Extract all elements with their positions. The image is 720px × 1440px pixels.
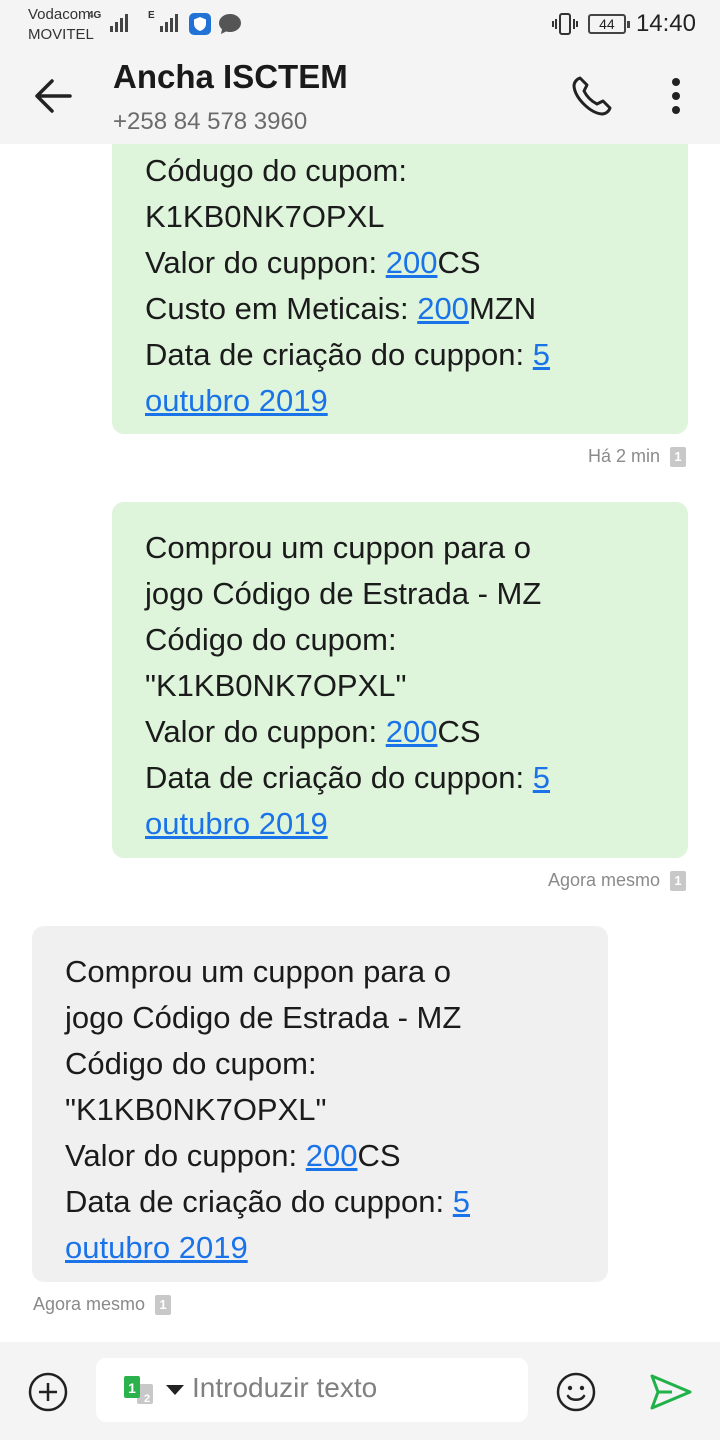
message-link[interactable]: 200 [386, 245, 438, 280]
message-time: Há 2 min [587, 446, 660, 466]
message-line: K1KB0NK7OPXL [145, 194, 656, 240]
message-line: jogo Código de Estrada - MZ [65, 995, 576, 1041]
message-link[interactable]: 5 [453, 1184, 470, 1219]
message-line: Valor do cuppon: 200CS [145, 709, 656, 755]
message-text: jogo Código de Estrada - MZ [145, 576, 542, 611]
chevron-down-icon[interactable] [166, 1385, 184, 1395]
message-text: Data de criação do cuppon: [145, 760, 533, 795]
sim-icon: 1 [670, 446, 686, 467]
message-text: Código do cupom: [145, 622, 397, 657]
message-link[interactable]: 200 [386, 714, 438, 749]
message-line: Comprou um cuppon para o [145, 525, 656, 571]
battery-indicator: 44 [587, 14, 630, 34]
message-line: Código do cupom: [145, 617, 656, 663]
message-meta: Agora mesmo 1 [548, 870, 686, 891]
vibrate-icon [551, 13, 578, 35]
message-text: CS [437, 245, 481, 280]
message-line: "K1KB0NK7OPXL" [145, 663, 656, 709]
message-line: outubro 2019 [145, 378, 656, 424]
message-line: "K1KB0NK7OPXL" [65, 1087, 576, 1133]
message-line: Data de criação do cuppon: 5 [145, 755, 656, 801]
phone-icon[interactable] [566, 70, 618, 122]
message-bubble-incoming[interactable]: Comprou um cuppon para o jogo Código de E… [32, 926, 608, 1282]
message-text: Valor do cuppon: [145, 245, 386, 280]
chat-app-icon [219, 14, 241, 34]
status-right: 44 14:40 [551, 10, 696, 38]
message-line: outubro 2019 [65, 1225, 576, 1271]
message-link[interactable]: outubro 2019 [145, 383, 328, 418]
message-composer: 1 2 [0, 1342, 720, 1440]
message-text: CS [437, 714, 481, 749]
message-text: "K1KB0NK7OPXL" [145, 668, 407, 703]
contact-name[interactable]: Ancha ISCTEM [113, 58, 348, 96]
message-text: Códugo do cupom: [145, 153, 407, 188]
message-line: Código do cupom: [65, 1041, 576, 1087]
emoji-icon[interactable] [554, 1370, 598, 1414]
text-input-box[interactable]: 1 2 [96, 1358, 528, 1422]
message-text: Valor do cuppon: [145, 714, 386, 749]
message-bubble-outgoing[interactable]: Códugo do cupom: K1KB0NK7OPXL Valor do cup… [112, 144, 688, 434]
more-vert-icon[interactable] [650, 70, 702, 122]
message-text: Comprou um cuppon para o [65, 954, 452, 989]
message-text: Data de criação do cuppon: [145, 337, 533, 372]
signal-icon-2: E [148, 10, 188, 34]
message-link[interactable]: 200 [417, 291, 469, 326]
message-text: Valor do cuppon: [65, 1138, 306, 1173]
message-line: Data de criação do cuppon: 5 [145, 332, 656, 378]
sim-selected-label: 1 [128, 1380, 136, 1396]
message-line: Códugo do cupom: [145, 148, 656, 194]
clock: 14:40 [635, 10, 696, 37]
message-time: Agora mesmo [547, 870, 660, 890]
message-time: Agora mesmo [33, 1294, 146, 1314]
message-line: outubro 2019 [145, 801, 656, 847]
message-text: "K1KB0NK7OPXL" [65, 1092, 327, 1127]
message-text: K1KB0NK7OPXL [145, 199, 385, 234]
status-bar: Vodacom MOVITEL 4G E 44 14:40 [0, 0, 720, 48]
message-text: CS [357, 1138, 401, 1173]
message-line: Data de criação do cuppon: 5 [65, 1179, 576, 1225]
message-link[interactable]: outubro 2019 [65, 1230, 248, 1265]
shield-app-icon [189, 13, 211, 35]
carrier-name-1: Vodacom [28, 6, 91, 23]
sim-icon: 1 [670, 870, 686, 891]
message-text: Custo em Meticais: [145, 291, 418, 326]
message-text: Código do cupom: [65, 1046, 317, 1081]
contact-phone: +258 84 578 3960 [113, 108, 308, 135]
sim-other-label: 2 [144, 1393, 150, 1405]
message-text: jogo Código de Estrada - MZ [65, 1000, 462, 1035]
message-line: jogo Código de Estrada - MZ [145, 571, 656, 617]
message-meta: Há 2 min 1 [588, 446, 686, 467]
message-link[interactable]: 5 [533, 337, 550, 372]
conversation-header: Ancha ISCTEM +258 84 578 3960 [0, 48, 720, 144]
message-link[interactable]: 5 [533, 760, 550, 795]
message-link[interactable]: 200 [306, 1138, 358, 1173]
carrier-name-2: MOVITEL [28, 26, 94, 43]
message-text: MZN [468, 291, 537, 326]
signal-icon-1: 4G [88, 10, 140, 34]
back-arrow-icon[interactable] [30, 70, 78, 122]
message-line: Custo em Meticais: 200MZN [145, 286, 656, 332]
sim-icon: 1 [155, 1294, 172, 1315]
message-input[interactable] [192, 1372, 512, 1404]
send-icon[interactable] [648, 1372, 694, 1412]
message-link[interactable]: outubro 2019 [145, 806, 328, 841]
message-line: Valor do cuppon: 200CS [145, 240, 656, 286]
message-line: Comprou um cuppon para o [65, 949, 576, 995]
message-text: Comprou um cuppon para o [145, 530, 532, 565]
sim-select-icon[interactable]: 1 2 [122, 1376, 162, 1406]
message-bubble-outgoing[interactable]: Comprou um cuppon para o jogo Código de E… [112, 502, 688, 858]
add-icon[interactable] [26, 1370, 70, 1414]
message-meta: Agora mesmo 1 [33, 1294, 172, 1315]
message-line: Valor do cuppon: 200CS [65, 1133, 576, 1179]
message-text: Data de criação do cuppon: [65, 1184, 453, 1219]
